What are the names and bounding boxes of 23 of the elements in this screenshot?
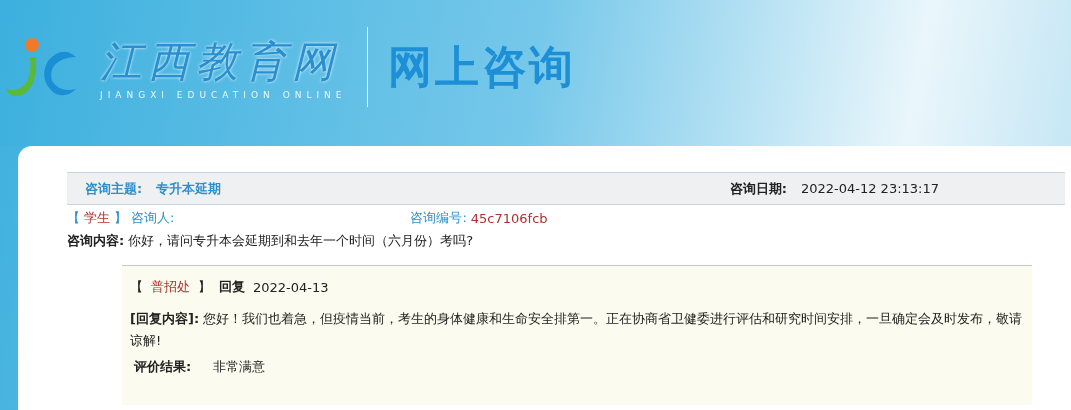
- site-name: 江西教育网: [100, 38, 340, 87]
- bracket: 【: [67, 209, 80, 227]
- date-text: 2022-04-12 23:13:17: [800, 181, 939, 196]
- content-label: 咨询内容:: [67, 232, 125, 250]
- number-label: 咨询编号:: [410, 209, 467, 227]
- reply-date: 2022-04-13: [253, 279, 329, 295]
- date-label: 咨询日期:: [729, 179, 787, 198]
- bracket: 【: [130, 278, 143, 296]
- asker-role: 学生: [84, 209, 110, 227]
- asker-label: 咨询人:: [131, 209, 175, 227]
- reply-label: 回复: [219, 278, 245, 296]
- subject-text: 专升本延期: [156, 179, 222, 198]
- bracket: 】: [198, 278, 211, 296]
- office-tag: 普招处: [151, 278, 190, 296]
- bracket: 】: [114, 209, 127, 227]
- page-title: 网上咨询: [387, 39, 576, 94]
- number-text: 45c7106fcb: [470, 210, 548, 226]
- rating-label: 评价结果:: [134, 358, 192, 376]
- site-subtitle: JIANGXI EDUCATION ONLINE: [100, 90, 347, 100]
- reply-text: [回复内容]: 您好！我们也着急，但疫情当前，考生的身体健康和生命安全排第一。正在协商省卫健委进行评估和研究时间安排，一旦确定会及时发布，敬请谅解!: [130, 311, 1023, 348]
- rating-text: 非常满意: [213, 358, 266, 376]
- subject-label: 咨询主题:: [85, 179, 143, 198]
- question-text: 你好，请问专升本会延期到和去年一个时间（六月份）考吗?: [128, 232, 474, 250]
